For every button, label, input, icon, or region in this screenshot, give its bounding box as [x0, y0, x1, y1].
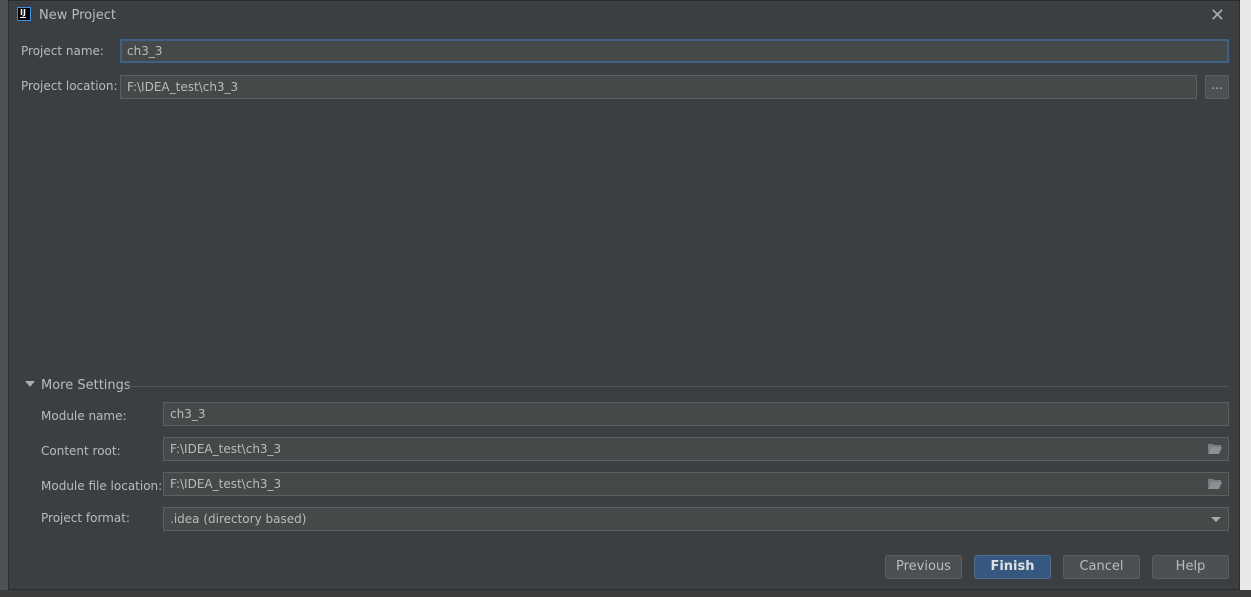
- project-location-input[interactable]: F:\IDEA_test\ch3_3: [120, 75, 1197, 99]
- project-format-select[interactable]: .idea (directory based): [163, 507, 1229, 531]
- cancel-button[interactable]: Cancel: [1063, 555, 1140, 579]
- finish-button[interactable]: Finish: [974, 555, 1051, 579]
- module-file-location-value: F:\IDEA_test\ch3_3: [170, 477, 282, 491]
- background-window-bottom: [0, 590, 1251, 597]
- content-root-input[interactable]: F:\IDEA_test\ch3_3: [163, 437, 1229, 461]
- more-settings-divider: [129, 386, 1229, 387]
- module-file-location-label: Module file location:: [41, 479, 163, 493]
- title-bar: IJ New Project ✕: [9, 1, 1239, 31]
- project-name-input[interactable]: ch3_3: [120, 39, 1229, 63]
- content-root-label: Content root:: [41, 444, 121, 458]
- new-project-dialog: IJ New Project ✕ Project name: ch3_3 Pro…: [8, 0, 1240, 590]
- close-icon[interactable]: ✕: [1210, 5, 1225, 26]
- intellij-logo-icon: IJ: [17, 7, 31, 21]
- module-file-location-input[interactable]: F:\IDEA_test\ch3_3: [163, 472, 1229, 496]
- expand-triangle-icon[interactable]: [25, 381, 35, 387]
- previous-button[interactable]: Previous: [885, 555, 962, 579]
- chevron-down-icon: [1211, 517, 1221, 522]
- more-settings-toggle[interactable]: More Settings: [41, 378, 131, 393]
- project-format-value: .idea (directory based): [170, 512, 307, 526]
- dialog-title: New Project: [39, 8, 116, 23]
- project-format-label: Project format:: [41, 511, 130, 525]
- module-name-label: Module name:: [41, 409, 127, 423]
- project-location-label: Project location:: [21, 79, 118, 93]
- content-root-value: F:\IDEA_test\ch3_3: [170, 442, 282, 456]
- folder-icon[interactable]: [1208, 443, 1222, 454]
- module-name-input[interactable]: ch3_3: [163, 402, 1229, 426]
- background-window-right: [1240, 0, 1251, 597]
- folder-icon[interactable]: [1208, 478, 1222, 489]
- project-name-label: Project name:: [21, 44, 104, 58]
- browse-button[interactable]: ...: [1205, 75, 1229, 99]
- help-button[interactable]: Help: [1152, 555, 1229, 579]
- background-window-left: [0, 0, 8, 597]
